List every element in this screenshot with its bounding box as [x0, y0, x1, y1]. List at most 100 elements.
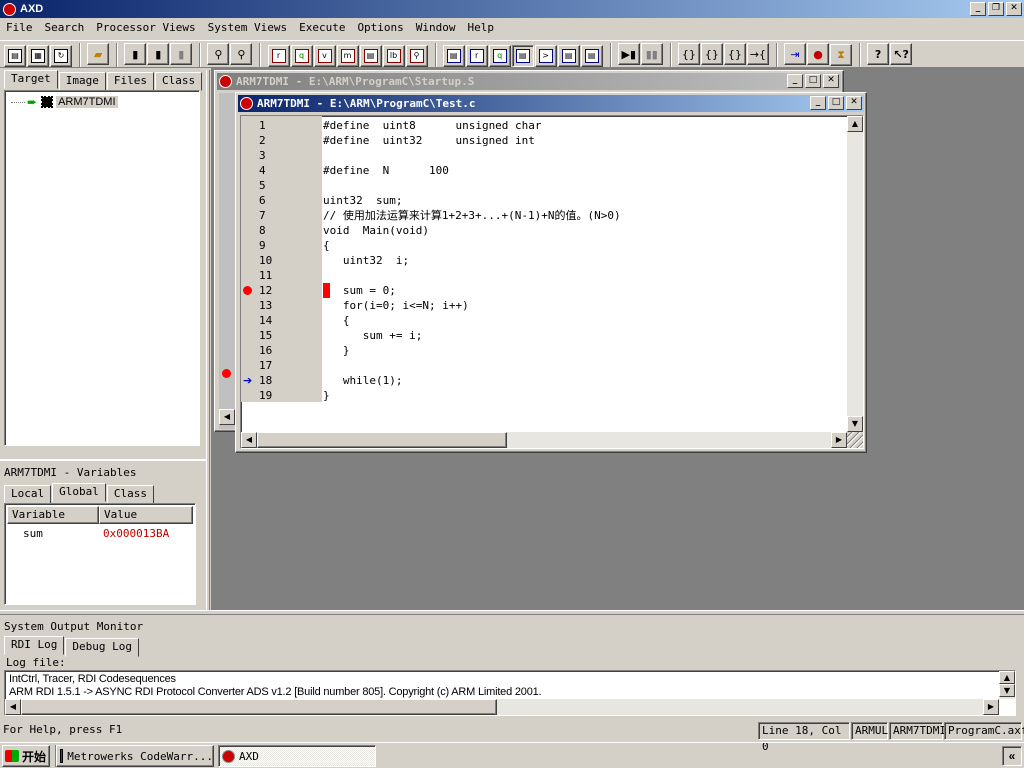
reload-icon[interactable]: ↻ — [50, 44, 72, 67]
cut-icon[interactable]: ▮ — [124, 43, 147, 66]
test-close-button[interactable]: ✕ — [846, 96, 862, 110]
vertical-splitter[interactable] — [206, 70, 210, 610]
step-icon[interactable]: ▤ — [580, 44, 603, 67]
startup-maximize-button[interactable]: □ — [805, 74, 821, 88]
code-line[interactable]: 17 — [241, 358, 847, 373]
app-close-button[interactable]: ✕ — [1006, 2, 1022, 16]
registers-icon[interactable]: r — [267, 44, 290, 67]
help-icon[interactable]: ? — [867, 43, 890, 66]
code-line[interactable]: 2 #define uint32 unsigned int — [241, 133, 847, 148]
menu-help[interactable]: Help — [462, 19, 501, 37]
menu-system-views[interactable]: System Views — [202, 19, 293, 37]
disassembly-icon[interactable]: r — [465, 44, 488, 67]
tab-target[interactable]: Target — [4, 70, 58, 89]
table-row[interactable]: sum 0x000013BA — [7, 526, 193, 542]
code-vertical-scrollbar[interactable]: ▲ ▼ — [847, 116, 863, 432]
go-icon[interactable]: > — [534, 44, 557, 67]
toggle-watchpoint-icon[interactable]: {} — [723, 43, 746, 66]
hourglass-icon[interactable]: ⧗ — [830, 43, 852, 66]
low-level-icon[interactable]: lb — [382, 44, 405, 67]
code-line[interactable]: 7 // 使用加法运算来计算1+2+3+...+(N-1)+N的值。(N>0) — [241, 208, 847, 223]
code-line[interactable]: 8 void Main(void) — [241, 223, 847, 238]
code-line[interactable]: 6 uint32 sum; — [241, 193, 847, 208]
app-minimize-button[interactable]: _ — [970, 2, 986, 16]
column-header-variable[interactable]: Variable — [7, 506, 99, 524]
open-folder-icon[interactable]: ▰ — [87, 43, 110, 66]
breakpoint-icon[interactable] — [243, 286, 252, 295]
watch-icon[interactable]: q — [290, 44, 313, 67]
menu-options[interactable]: Options — [351, 19, 409, 37]
code-line[interactable]: 12 sum = 0; — [241, 283, 847, 298]
test-source-window[interactable]: ARM7TDMI - E:\ARM\ProgramC\Test.c _ □ ✕ … — [235, 92, 867, 453]
startup-scroll-left[interactable]: ◀ — [219, 409, 235, 425]
menu-search[interactable]: Search — [39, 19, 91, 37]
code-horizontal-scrollbar[interactable]: ◀ ▶ — [241, 432, 847, 448]
run-to-cursor-icon[interactable]: {} — [677, 43, 700, 66]
test-maximize-button[interactable]: □ — [828, 96, 844, 110]
column-header-value[interactable]: Value — [99, 506, 193, 524]
tab-image[interactable]: Image — [58, 72, 106, 91]
tab-class[interactable]: Class — [155, 72, 203, 91]
log-text-area[interactable]: IntCtrl, Tracer, RDI Codesequences ARM R… — [4, 670, 1016, 716]
step-out-icon[interactable]: ▮▮ — [640, 43, 663, 66]
tab-files[interactable]: Files — [106, 72, 154, 91]
find-icon[interactable]: ⚲ — [207, 43, 230, 66]
log-vertical-scrollbar[interactable]: ▲ ▼ — [999, 671, 1015, 699]
code-editor[interactable]: 1 #define uint8 unsigned char 2 #define uin… — [240, 115, 864, 449]
horizontal-scroll-thumb[interactable] — [257, 432, 507, 448]
code-line[interactable]: 14 { — [241, 313, 847, 328]
step-in-icon[interactable]: ▶▮ — [617, 43, 640, 66]
code-line[interactable]: 5 — [241, 178, 847, 193]
watchpoint-list-icon[interactable]: ▤ — [511, 44, 534, 67]
menu-window[interactable]: Window — [410, 19, 462, 37]
find-next-icon[interactable]: ⚲ — [230, 43, 253, 66]
task-codewarrior[interactable]: Metrowerks CodeWarr... — [56, 745, 214, 767]
tab-debug-log[interactable]: Debug Log — [65, 638, 139, 657]
test-window-title-bar[interactable]: ARM7TDMI - E:\ARM\ProgramC\Test.c _ □ ✕ — [238, 95, 864, 112]
backtrace-icon[interactable]: ▤ — [359, 44, 382, 67]
open-file-icon[interactable]: ▤ — [4, 44, 26, 67]
code-line[interactable]: 9{ — [241, 238, 847, 253]
stop-icon[interactable]: ▤ — [557, 44, 580, 67]
scroll-down-button[interactable]: ▼ — [847, 416, 863, 432]
app-restore-button[interactable]: ❐ — [988, 2, 1004, 16]
code-line[interactable]: 11 — [241, 268, 847, 283]
code-line[interactable]: 1 #define uint8 unsigned char — [241, 118, 847, 133]
copy-icon[interactable]: ▮ — [147, 43, 170, 66]
code-line[interactable]: ➔ 18 while(1); — [241, 373, 847, 388]
insert-watchpoint-icon[interactable]: ● — [807, 43, 829, 66]
save-icon[interactable]: ▦ — [27, 44, 49, 67]
start-button[interactable]: 开始 — [2, 745, 50, 767]
console-icon[interactable]: ▤ — [442, 44, 465, 67]
startup-window-title-bar[interactable]: ARM7TDMI - E:\ARM\ProgramC\Startup.S _ □… — [217, 73, 841, 90]
tab-rdi-log[interactable]: RDI Log — [4, 636, 65, 655]
scroll-left-button[interactable]: ◀ — [241, 432, 257, 448]
test-minimize-button[interactable]: _ — [810, 96, 826, 110]
code-line[interactable]: 16 } — [241, 343, 847, 358]
tray-chevron-button[interactable]: « — [1002, 746, 1022, 766]
task-axd[interactable]: AXD — [218, 745, 376, 767]
menu-file[interactable]: File — [0, 19, 39, 37]
tab-var-class[interactable]: Class — [106, 485, 154, 504]
tab-local[interactable]: Local — [4, 485, 52, 504]
toggle-breakpoint-icon[interactable]: {} — [700, 43, 723, 66]
code-line[interactable]: 13 for(i=0; i<=N; i++) — [241, 298, 847, 313]
insert-breakpoint-icon[interactable]: ⇥ — [784, 43, 806, 66]
source-icon[interactable]: ⚲ — [405, 44, 428, 67]
code-line[interactable]: 10 uint32 i; — [241, 253, 847, 268]
code-line[interactable]: 19} — [241, 388, 847, 403]
code-line[interactable]: 4 #define N 100 — [241, 163, 847, 178]
size-grip[interactable] — [847, 432, 863, 448]
tree-item-arm7tdmi[interactable]: ➨ ARM7TDMI — [11, 95, 118, 109]
code-line[interactable]: 15 sum += i; — [241, 328, 847, 343]
menu-execute[interactable]: Execute — [293, 19, 351, 37]
step-over-icon[interactable]: →{ — [746, 43, 769, 66]
memory-icon[interactable]: m — [336, 44, 359, 67]
code-line[interactable]: 3 — [241, 148, 847, 163]
scroll-right-button[interactable]: ▶ — [831, 432, 847, 448]
horizontal-splitter[interactable] — [0, 610, 1024, 615]
breakpoint-list-icon[interactable]: q — [488, 44, 511, 67]
paste-icon[interactable]: ▮ — [170, 43, 193, 66]
log-horizontal-scrollbar[interactable]: ◀ ▶ — [5, 699, 999, 715]
menu-processor-views[interactable]: Processor Views — [90, 19, 201, 37]
